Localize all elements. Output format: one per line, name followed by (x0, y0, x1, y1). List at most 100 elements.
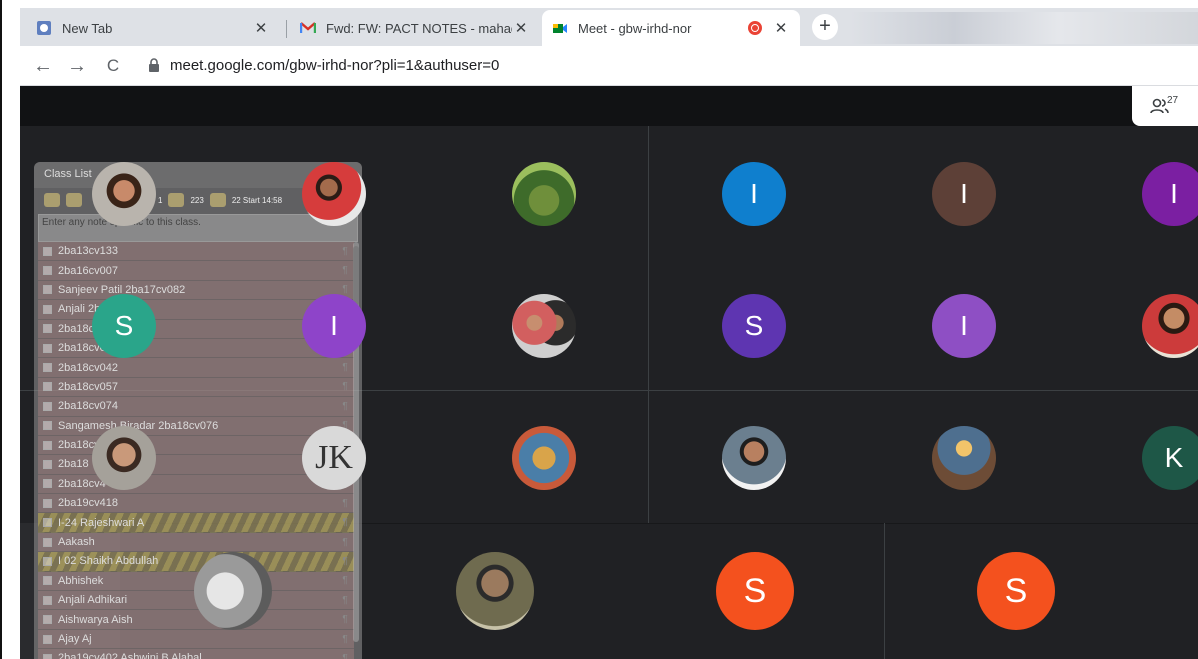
scrollbar-thumb[interactable] (353, 246, 359, 306)
student-checkbox[interactable] (43, 653, 52, 659)
participant-avatar[interactable] (194, 552, 272, 630)
participant-avatar[interactable]: I (302, 294, 366, 358)
student-checkbox[interactable] (43, 363, 52, 373)
student-row[interactable]: Aishwarya Aish ¶ (38, 610, 354, 630)
pause-icon[interactable] (44, 193, 60, 207)
tab-new-tab[interactable]: New Tab ✕ (26, 10, 280, 46)
student-status-icon: ¶ (342, 555, 348, 567)
participant-avatar[interactable]: K (1142, 426, 1198, 490)
gmail-icon (300, 22, 316, 33)
participant-avatar[interactable]: I (932, 294, 996, 358)
student-row[interactable]: I 02 Shaikh Abdullah ¶ (38, 552, 354, 572)
participant-avatar[interactable] (512, 294, 576, 358)
student-checkbox[interactable] (43, 440, 52, 450)
student-checkbox[interactable] (43, 634, 52, 644)
student-row[interactable]: I-24 Rajeshwari A ¶ (38, 513, 354, 533)
student-checkbox[interactable] (43, 479, 52, 489)
tab-meet[interactable]: Meet - gbw-irhd-nor ✕ (542, 10, 800, 46)
student-status-icon: ¶ (342, 575, 348, 587)
avatar-initial: S (744, 310, 764, 341)
student-row[interactable]: 2ba18cv042 ¶ (38, 358, 354, 378)
close-tab-icon[interactable]: ✕ (252, 19, 270, 37)
class-list-title: Class List (44, 168, 92, 180)
student-checkbox[interactable] (43, 615, 52, 625)
participant-avatar[interactable] (512, 426, 576, 490)
class-note-input[interactable]: Enter any note specific to this class. (38, 214, 358, 242)
student-status-icon: ¶ (342, 400, 348, 412)
avatar-initial: S (1004, 571, 1028, 610)
tab-strip: New Tab ✕ Fwd: FW: PACT NOTES - mahade ✕… (20, 8, 1198, 46)
meet-icon (553, 24, 567, 33)
student-checkbox[interactable] (43, 556, 52, 566)
student-status-icon: ¶ (342, 362, 348, 374)
participant-avatar[interactable] (722, 426, 786, 490)
participant-avatar[interactable] (512, 162, 576, 226)
student-status-icon: ¶ (342, 652, 348, 659)
tool-icon[interactable] (168, 193, 185, 207)
screen: New Tab ✕ Fwd: FW: PACT NOTES - mahade ✕… (0, 0, 1198, 659)
back-button[interactable]: ← (30, 53, 56, 79)
student-checkbox[interactable] (43, 576, 52, 586)
student-status-icon: ¶ (342, 245, 348, 257)
lock-icon (149, 58, 159, 72)
participant-avatar[interactable]: S (92, 294, 156, 358)
close-tab-icon[interactable]: ✕ (772, 19, 790, 37)
participant-avatar[interactable]: S (716, 552, 794, 630)
participant-avatar[interactable]: I (1142, 162, 1198, 226)
tool-icon[interactable] (209, 193, 226, 207)
participant-avatar[interactable] (92, 426, 156, 490)
student-row[interactable]: 2ba18cv074 ¶ (38, 397, 354, 417)
student-name: 2ba13cv133 (58, 245, 118, 258)
student-checkbox[interactable] (43, 246, 52, 256)
student-checkbox[interactable] (43, 343, 52, 353)
student-row[interactable]: 2ba18cv4¶ (38, 474, 354, 495)
student-name: I-24 Rajeshwari A (58, 516, 145, 529)
address-bar[interactable]: meet.google.com/gbw-irhd-nor?pli=1&authu… (170, 57, 499, 74)
student-checkbox[interactable] (43, 595, 52, 605)
student-checkbox[interactable] (43, 421, 52, 431)
student-checkbox[interactable] (43, 266, 52, 276)
student-checkbox[interactable] (43, 285, 52, 295)
tab-separator (286, 20, 287, 38)
tab-gmail[interactable]: Fwd: FW: PACT NOTES - mahade ✕ (290, 10, 540, 46)
student-status-icon: ¶ (342, 536, 348, 548)
student-checkbox[interactable] (43, 459, 52, 469)
student-checkbox[interactable] (43, 518, 52, 528)
participant-avatar[interactable]: JK (302, 426, 366, 490)
participants-button[interactable]: 27 (1132, 86, 1198, 126)
student-row[interactable]: Sanjeev Patil 2ba17cv082 ¶ (38, 280, 354, 301)
close-tab-icon[interactable]: ✕ (512, 19, 530, 37)
participant-avatar[interactable] (92, 162, 156, 226)
student-row[interactable]: 2ba16cv007 ¶ (38, 261, 354, 281)
participant-avatar[interactable]: S (722, 294, 786, 358)
participant-avatar[interactable]: I (722, 162, 786, 226)
recording-indicator-icon (748, 21, 762, 35)
student-row[interactable]: Aakash ¶ (38, 532, 354, 553)
student-row[interactable]: 2ba18cv057 ¶ (38, 377, 354, 398)
student-checkbox[interactable] (43, 324, 52, 334)
student-row[interactable]: 2ba13cv133 ¶ (38, 242, 354, 262)
student-row[interactable]: Sangamesh Biradar 2ba18cv076 ¶ (38, 416, 354, 436)
student-name: Aakash (58, 536, 95, 549)
student-row[interactable]: 2ba19cv402 Ashwini B Alabal ¶ (38, 649, 354, 659)
tab-strip-blur (850, 12, 1198, 44)
new-tab-button[interactable]: + (812, 14, 838, 40)
student-checkbox[interactable] (43, 537, 52, 547)
participant-avatar[interactable] (302, 162, 366, 226)
participant-avatar[interactable] (932, 426, 996, 490)
student-status-icon: ¶ (342, 633, 348, 645)
student-row[interactable]: Ajay Aj ¶ (38, 629, 354, 650)
tab-title: Meet - gbw-irhd-nor (578, 20, 692, 36)
student-checkbox[interactable] (43, 498, 52, 508)
participant-avatar[interactable] (1142, 294, 1198, 358)
participant-avatar[interactable] (456, 552, 534, 630)
student-checkbox[interactable] (43, 382, 52, 392)
participant-avatar[interactable]: S (977, 552, 1055, 630)
tool-icon[interactable] (66, 193, 82, 207)
student-checkbox[interactable] (43, 401, 52, 411)
reload-button[interactable]: C (100, 53, 126, 79)
participant-avatar[interactable]: I (932, 162, 996, 226)
forward-button[interactable]: → (64, 53, 90, 79)
student-checkbox[interactable] (43, 304, 52, 314)
student-row[interactable]: 2ba19cv418 ¶ (38, 494, 354, 514)
